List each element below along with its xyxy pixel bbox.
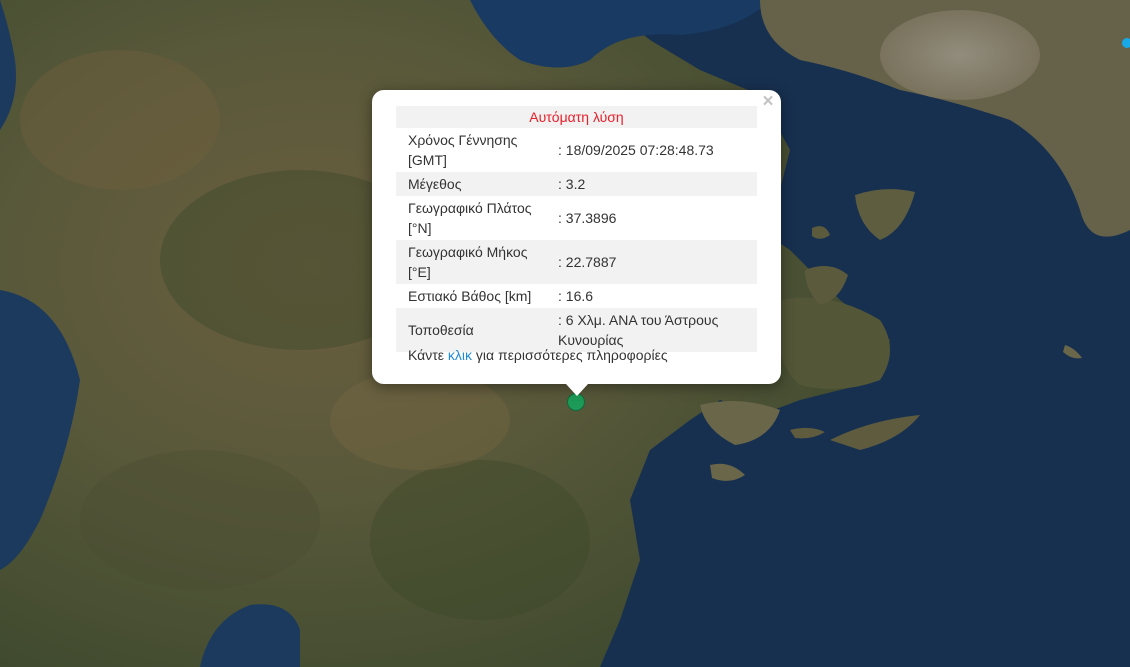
popup-title-row: Αυτόματη λύση (396, 106, 757, 128)
popup-tip (566, 384, 588, 396)
depth-value: : 16.6 (558, 288, 594, 304)
earthquake-marker-edge[interactable] (1122, 38, 1130, 48)
more-info-link[interactable]: κλικ (448, 347, 472, 363)
table-row: Μέγεθος : 3.2 (396, 172, 757, 196)
popup-title: Αυτόματη λύση (396, 106, 757, 128)
origin-time-label: Χρόνος Γέννησης [GMT] (408, 132, 518, 168)
longitude-label: Γεωγραφικό Μήκος [°E] (396, 240, 558, 284)
magnitude-label: Μέγεθος (396, 172, 558, 196)
satellite-map[interactable]: × Αυτόματη λύση Χρόνος Γέννησης [GMT] : … (0, 0, 1130, 667)
close-popup-button[interactable]: × (759, 92, 777, 111)
earthquake-info-table: Αυτόματη λύση Χρόνος Γέννησης [GMT] : 18… (396, 106, 757, 352)
location-label: Τοποθεσία (396, 308, 558, 352)
table-row: Τοποθεσία : 6 Χλμ. ΑΝΑ του Άστρους Κυνου… (396, 308, 757, 352)
latitude-label: Γεωγραφικό Πλάτος [°N] (408, 200, 532, 236)
longitude-value: : 22.7887 (558, 240, 757, 284)
table-row: Εστιακό Βάθος [km] : 16.6 (396, 284, 757, 308)
more-info-text: Κάντε κλικ για περισσότερες πληροφορίες (408, 347, 668, 363)
table-row: Γεωγραφικό Πλάτος [°N] : 37.3896 (396, 196, 757, 240)
location-value: : 6 Χλμ. ΑΝΑ του Άστρους Κυνουρίας (558, 308, 757, 352)
latitude-value: : 37.3896 (558, 210, 617, 226)
depth-label: Εστιακό Βάθος [km] (408, 288, 532, 304)
origin-time-value: : 18/09/2025 07:28:48.73 (558, 142, 714, 158)
magnitude-value: : 3.2 (558, 172, 757, 196)
table-row: Γεωγραφικό Μήκος [°E] : 22.7887 (396, 240, 757, 284)
table-row: Χρόνος Γέννησης [GMT] : 18/09/2025 07:28… (396, 128, 757, 172)
